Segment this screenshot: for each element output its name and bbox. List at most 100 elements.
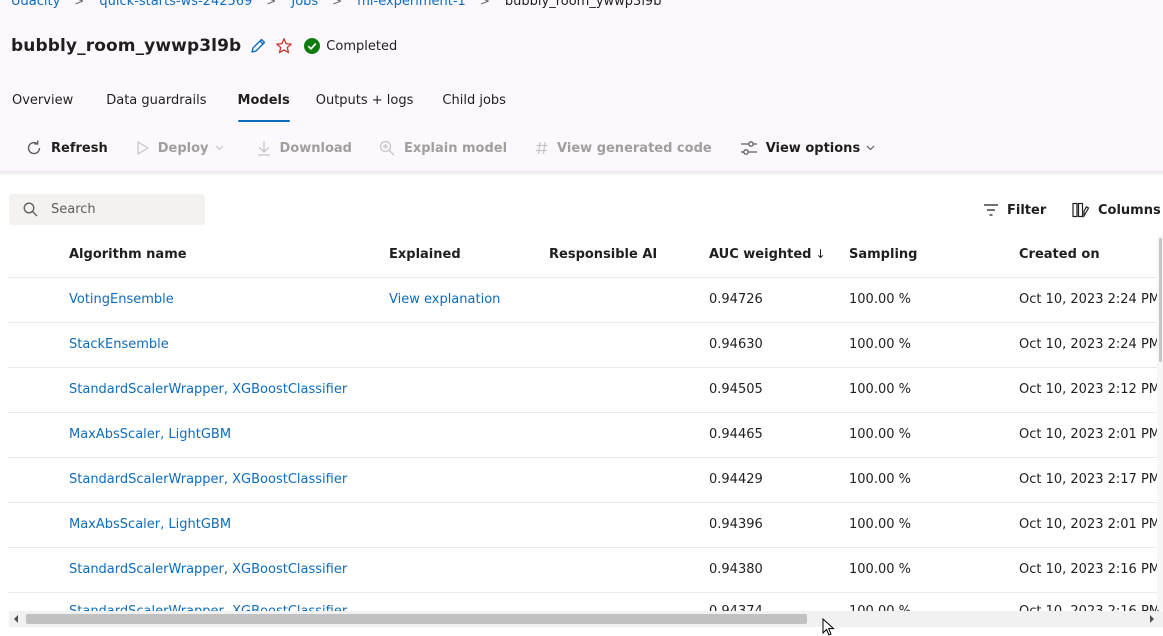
created-on-value: Oct 10, 2023 2:12 PM: [1019, 382, 1161, 397]
settings-sliders-icon: [740, 140, 758, 156]
auc-value: 0.94505: [709, 382, 763, 397]
table-row[interactable]: StandardScalerWrapper, XGBoostClassifier…: [8, 548, 1163, 593]
chevron-down-icon: [866, 145, 875, 151]
tab-overview[interactable]: Overview: [0, 88, 85, 124]
algorithm-link[interactable]: StandardScalerWrapper, XGBoostClassifier: [69, 562, 347, 577]
sampling-value: 100.00 %: [849, 337, 911, 352]
column-header-auc-weighted[interactable]: AUC weighted ↓: [709, 247, 826, 262]
view-options-label: View options: [765, 140, 861, 156]
scroll-left-icon[interactable]: [13, 614, 19, 624]
breadcrumb-separator: >: [74, 0, 85, 8]
breadcrumb-udacity[interactable]: Udacity: [11, 0, 60, 9]
table-row[interactable]: StandardScalerWrapper, XGBoostClassifier…: [8, 368, 1163, 413]
column-header-sampling[interactable]: Sampling: [849, 247, 917, 262]
table-row[interactable]: StandardScalerWrapper, XGBoostClassifier…: [8, 458, 1163, 503]
edit-icon[interactable]: [249, 37, 267, 55]
search-icon: [23, 202, 38, 217]
sampling-value: 100.00 %: [849, 562, 911, 577]
tab-data-guardrails[interactable]: Data guardrails: [94, 88, 218, 124]
breadcrumb-experiment[interactable]: ml-experiment-1: [357, 0, 466, 9]
tab-outputs-logs[interactable]: Outputs + logs: [304, 88, 426, 124]
breadcrumb-separator: >: [266, 0, 277, 8]
column-header-explained[interactable]: Explained: [389, 247, 461, 262]
filter-icon: [983, 203, 999, 217]
breadcrumb-workspace[interactable]: quick-starts-ws-242569: [99, 0, 252, 9]
table-row[interactable]: MaxAbsScaler, LightGBM 0.94465 100.00 % …: [8, 413, 1163, 458]
auc-value: 0.94465: [709, 427, 763, 442]
horizontal-scrollbar-thumb[interactable]: [26, 614, 807, 624]
tab-models[interactable]: Models: [226, 88, 302, 124]
star-icon[interactable]: [275, 37, 293, 55]
mouse-cursor-icon: [822, 618, 835, 636]
check-circle-icon: [304, 38, 321, 54]
sampling-value: 100.00 %: [849, 382, 911, 397]
page-header: Udacity > quick-starts-ws-242569 > Jobs …: [0, 0, 1163, 172]
deploy-button[interactable]: Deploy: [126, 132, 234, 164]
auc-value: 0.94380: [709, 562, 763, 577]
algorithm-link[interactable]: MaxAbsScaler, LightGBM: [69, 427, 231, 442]
search-input[interactable]: [51, 202, 191, 217]
refresh-label: Refresh: [51, 140, 108, 156]
status-text: Completed: [326, 38, 398, 54]
breadcrumb: Udacity > quick-starts-ws-242569 > Jobs …: [11, 0, 661, 10]
sampling-value: 100.00 %: [849, 472, 911, 487]
horizontal-scrollbar[interactable]: [9, 611, 1163, 627]
table-row[interactable]: MaxAbsScaler, LightGBM 0.94396 100.00 % …: [8, 503, 1163, 548]
explain-model-button[interactable]: Explain model: [368, 132, 517, 164]
sampling-value: 100.00 %: [849, 517, 911, 532]
view-generated-code-button[interactable]: View generated code: [525, 132, 722, 164]
header-divider: [0, 171, 1163, 176]
columns-button[interactable]: Columns: [1072, 199, 1161, 221]
hash-icon: [535, 140, 549, 156]
column-header-responsible-ai[interactable]: Responsible AI: [549, 247, 657, 262]
algorithm-link[interactable]: MaxAbsScaler, LightGBM: [69, 517, 231, 532]
search-box[interactable]: [9, 194, 205, 225]
view-options-button[interactable]: View options: [730, 132, 885, 164]
title-row: bubbly_room_ywwp3l9b Completed: [11, 34, 397, 58]
table-row[interactable]: StackEnsemble 0.94630 100.00 % Oct 10, 2…: [8, 323, 1163, 368]
algorithm-link[interactable]: StandardScalerWrapper, XGBoostClassifier: [69, 472, 347, 487]
sort-descending-icon: ↓: [815, 247, 826, 261]
view-generated-code-label: View generated code: [557, 140, 712, 156]
models-table: Algorithm name Explained Responsible AI …: [8, 233, 1163, 593]
page-title: bubbly_room_ywwp3l9b: [11, 36, 242, 56]
scroll-right-icon[interactable]: [1149, 614, 1155, 624]
play-icon: [136, 140, 150, 156]
created-on-value: Oct 10, 2023 2:16 PM: [1019, 562, 1161, 577]
tab-child-jobs[interactable]: Child jobs: [430, 88, 518, 124]
column-header-algorithm[interactable]: Algorithm name: [69, 247, 187, 262]
column-header-created-on[interactable]: Created on: [1019, 247, 1100, 262]
view-explanation-link[interactable]: View explanation: [389, 292, 500, 307]
algorithm-link[interactable]: StandardScalerWrapper, XGBoostClassifier: [69, 382, 347, 397]
auc-value: 0.94396: [709, 517, 763, 532]
filter-button[interactable]: Filter: [983, 199, 1046, 221]
algorithm-link[interactable]: StackEnsemble: [69, 337, 169, 352]
download-button[interactable]: Download: [246, 132, 362, 164]
created-on-value: Oct 10, 2023 2:24 PM: [1019, 292, 1161, 307]
created-on-value: Oct 10, 2023 2:17 PM: [1019, 472, 1161, 487]
status-badge: Completed: [304, 38, 397, 54]
vertical-scrollbar-thumb[interactable]: [1159, 238, 1162, 362]
columns-label: Columns: [1098, 202, 1161, 218]
auc-header-label: AUC weighted: [709, 247, 812, 262]
chevron-down-icon: [215, 145, 224, 151]
breadcrumb-separator: >: [479, 0, 490, 8]
explain-model-label: Explain model: [403, 140, 508, 156]
breadcrumb-jobs[interactable]: Jobs: [291, 0, 318, 9]
filter-label: Filter: [1007, 202, 1047, 218]
download-label: Download: [279, 140, 352, 156]
download-icon: [256, 139, 272, 157]
explain-icon: [378, 139, 396, 157]
tab-bar: Overview Data guardrails Models Outputs …: [0, 88, 518, 124]
table-row[interactable]: VotingEnsemble View explanation 0.94726 …: [8, 278, 1163, 323]
deploy-label: Deploy: [157, 140, 209, 156]
breadcrumb-current-job: bubbly_room_ywwp3l9b: [504, 0, 662, 9]
refresh-icon: [25, 139, 43, 157]
auc-value: 0.94429: [709, 472, 763, 487]
refresh-button[interactable]: Refresh: [15, 132, 118, 164]
algorithm-link[interactable]: VotingEnsemble: [69, 292, 174, 307]
created-on-value: Oct 10, 2023 2:01 PM: [1019, 517, 1161, 532]
sampling-value: 100.00 %: [849, 292, 911, 307]
command-bar: Refresh Deploy Download Explain model Vi…: [0, 127, 1163, 169]
breadcrumb-separator: >: [332, 0, 343, 8]
